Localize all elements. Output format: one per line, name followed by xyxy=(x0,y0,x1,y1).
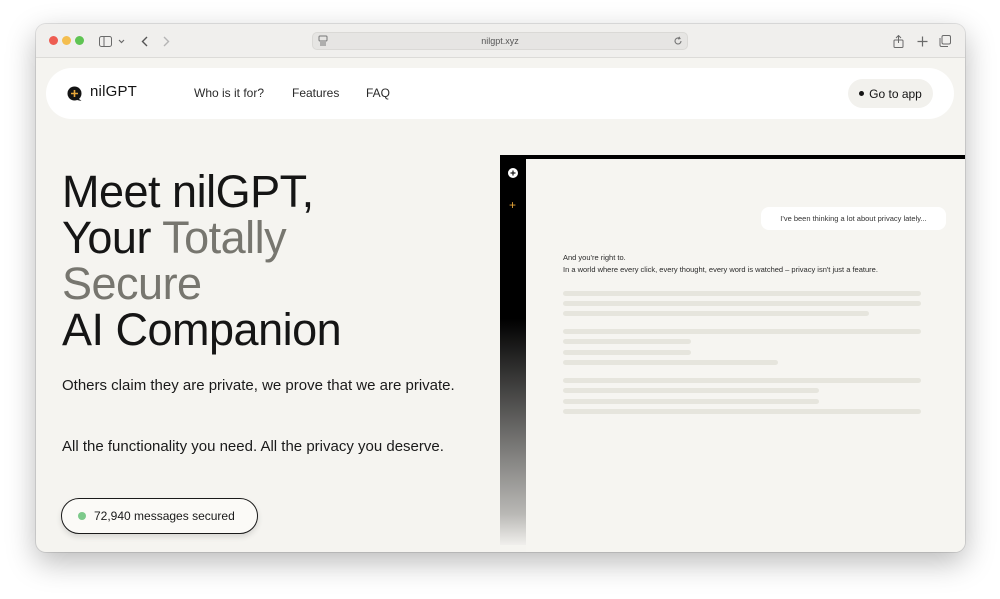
hero-line-1: Meet nilGPT, xyxy=(62,166,314,217)
hero-line-2-a: Your xyxy=(62,212,163,263)
forward-icon[interactable] xyxy=(161,33,171,49)
placeholder-line xyxy=(563,378,921,383)
app-preview-mockup: + I've been thinking a lot about privacy… xyxy=(500,155,965,552)
close-window-button[interactable] xyxy=(49,36,58,45)
hero-paragraph-1: Others claim they are private, we prove … xyxy=(62,377,455,394)
mockup-chat-area: I've been thinking a lot about privacy l… xyxy=(526,159,965,552)
mockup-sidebar: + xyxy=(500,155,526,545)
address-bar[interactable]: nilgpt.xyz xyxy=(312,32,688,50)
placeholder-line xyxy=(563,360,778,365)
status-dot-icon xyxy=(859,91,865,96)
go-to-app-label: Go to app xyxy=(869,86,922,101)
nilgpt-logo-icon[interactable] xyxy=(66,85,83,102)
messages-secured-label: 72,940 messages secured xyxy=(94,509,235,523)
site-settings-icon[interactable] xyxy=(318,35,328,51)
share-icon[interactable] xyxy=(892,33,904,49)
ai-response: And you're right to. In a world where ev… xyxy=(563,252,878,276)
ai-response-line-1: And you're right to. xyxy=(563,253,626,262)
site-navbar: nilGPT Who is it for? Features FAQ Go to… xyxy=(46,68,954,119)
status-dot-icon xyxy=(78,512,86,520)
sidebar-icon[interactable] xyxy=(98,33,112,49)
placeholder-line xyxy=(563,311,869,316)
placeholder-line xyxy=(563,301,921,306)
placeholder-line xyxy=(563,350,691,355)
placeholder-line xyxy=(563,291,921,296)
zoom-window-button[interactable] xyxy=(75,36,84,45)
placeholder-line xyxy=(563,388,819,393)
browser-window: nilgpt.xyz nilGPT Who is it for? Feature… xyxy=(36,24,965,552)
placeholder-line xyxy=(563,329,921,334)
ai-response-line-2: In a world where every click, every thou… xyxy=(563,265,878,274)
mockup-logo-icon xyxy=(507,166,519,178)
hero-heading: Meet nilGPT, Your Totally Secure AI Comp… xyxy=(62,166,342,355)
hero-line-2: Your Totally xyxy=(62,215,341,261)
new-tab-icon[interactable] xyxy=(916,33,928,49)
nav-link-features[interactable]: Features xyxy=(292,86,339,100)
mockup-new-chat-icon: + xyxy=(509,198,517,212)
go-to-app-button[interactable]: Go to app xyxy=(848,79,933,108)
user-message-bubble: I've been thinking a lot about privacy l… xyxy=(761,207,946,230)
reload-icon[interactable] xyxy=(673,35,683,51)
hero-line-4: AI Companion xyxy=(62,304,342,355)
browser-toolbar: nilgpt.xyz xyxy=(36,24,965,58)
minimize-window-button[interactable] xyxy=(62,36,71,45)
logo-text[interactable]: nilGPT xyxy=(90,83,137,100)
hero-line-3: Secure xyxy=(62,258,202,309)
back-icon[interactable] xyxy=(139,33,149,49)
messages-secured-counter: 72,940 messages secured xyxy=(61,498,258,534)
nav-link-who-is-it-for[interactable]: Who is it for? xyxy=(194,86,264,100)
chevron-down-icon[interactable] xyxy=(117,33,125,49)
placeholder-line xyxy=(563,409,921,414)
hero-paragraph-2: All the functionality you need. All the … xyxy=(62,438,444,455)
placeholder-line xyxy=(563,339,691,344)
placeholder-line xyxy=(563,399,819,404)
hero-line-2-b: Totally xyxy=(162,212,287,263)
address-url: nilgpt.xyz xyxy=(481,36,519,46)
tabs-overview-icon[interactable] xyxy=(939,33,951,49)
nav-link-faq[interactable]: FAQ xyxy=(366,86,390,100)
